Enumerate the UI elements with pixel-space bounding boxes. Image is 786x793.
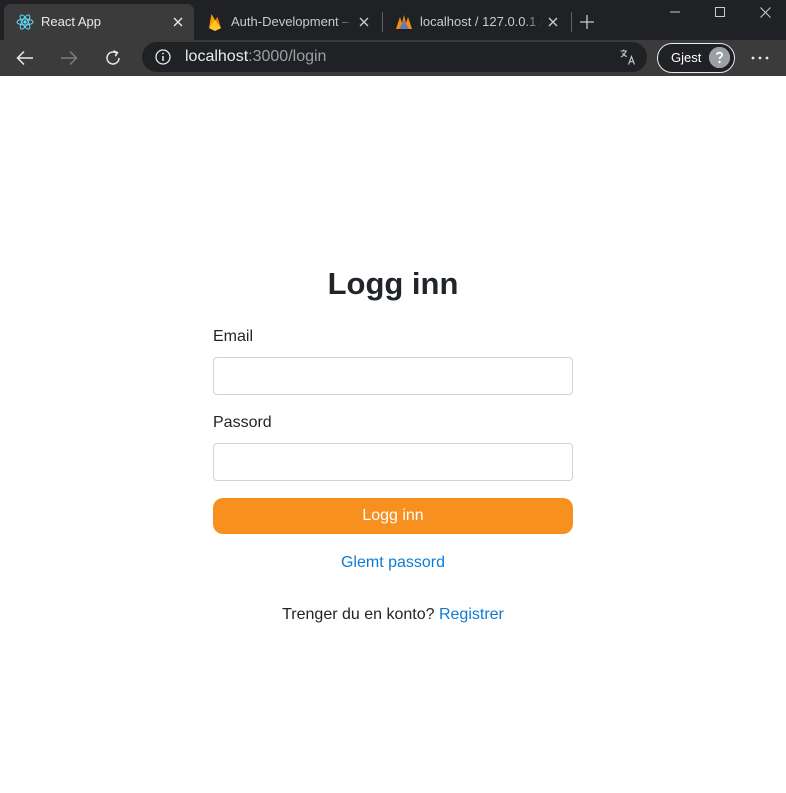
new-tab-icon[interactable] [577,12,597,32]
profile-button[interactable]: Gjest [657,43,735,73]
firebase-icon [206,13,224,31]
tab-auth-development[interactable]: Auth-Development – A [194,4,380,40]
forward-arrow-icon[interactable] [54,43,84,73]
login-card: Logg inn Email Passord Logg inn Glemt pa… [213,262,573,623]
tab-divider [571,12,572,32]
password-field[interactable] [213,443,573,481]
maximize-icon[interactable] [697,0,743,24]
tab-strip: React App Auth-Development – A localhost… [0,0,786,40]
translate-icon[interactable] [619,48,637,66]
more-options-icon[interactable] [748,47,772,69]
tab-react-app[interactable]: React App [4,4,194,40]
close-icon[interactable] [356,14,372,30]
info-icon[interactable] [154,48,172,66]
page-title: Logg inn [327,266,459,301]
password-label: Passord [213,414,272,431]
minimize-icon[interactable] [652,0,698,24]
close-icon[interactable] [170,14,186,30]
avatar [709,47,730,68]
url-path: :3000/login [248,48,327,65]
tab-title: localhost / 127.0.0.1 / d [420,14,543,29]
url-text: localhost:3000/login [185,48,326,66]
back-arrow-icon[interactable] [10,43,40,73]
reload-icon[interactable] [98,43,128,73]
login-button[interactable]: Logg inn [213,498,573,534]
tab-title: React App [41,14,101,29]
email-label: Email [213,328,254,345]
tab-title: Auth-Development – A [231,14,354,29]
tab-phpmyadmin[interactable]: localhost / 127.0.0.1 / d [383,4,569,40]
close-icon[interactable] [545,14,561,30]
phpmyadmin-icon [395,13,413,31]
url-host: localhost [185,48,249,65]
window-close-icon[interactable] [742,0,786,24]
email-field[interactable] [213,357,573,395]
react-icon [16,13,34,31]
address-bar[interactable]: localhost:3000/login [142,42,647,72]
register-link[interactable]: Registrer [439,606,504,623]
signup-prompt-text: Trenger du en konto? [282,606,435,623]
signup-prompt: Trenger du en konto? Registrer [213,606,573,624]
forgot-password-link[interactable]: Glemt passord [213,554,573,572]
profile-label: Gjest [671,50,702,65]
browser-toolbar: localhost:3000/login Gjest [0,40,786,76]
